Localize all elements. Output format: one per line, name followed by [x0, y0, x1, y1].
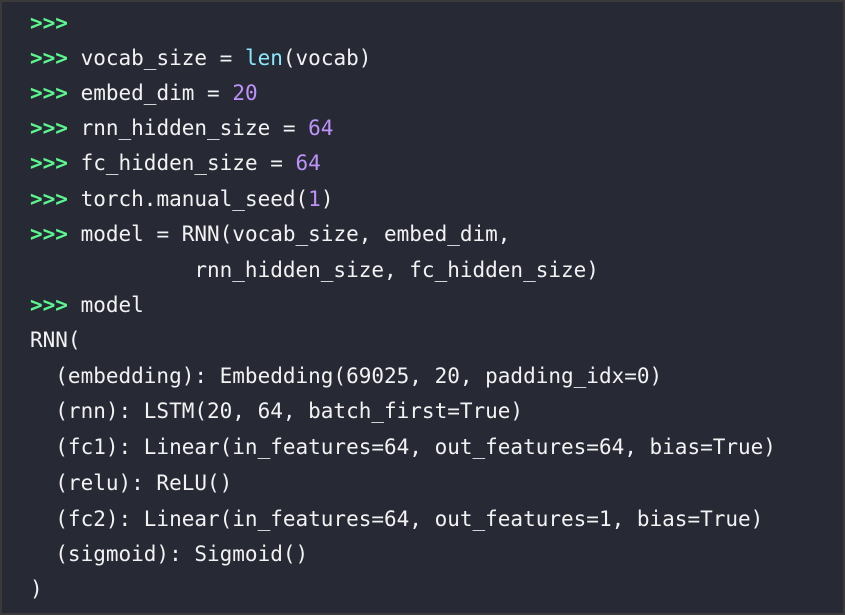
code-token: torch.manual_seed( — [67, 187, 309, 211]
console-line: >>> torch.manual_seed(1) — [30, 184, 333, 214]
code-token: (rnn): LSTM(20, 64, batch_first=True) — [30, 399, 524, 423]
prompt-marker: >>> — [30, 81, 68, 105]
console-line: RNN( — [30, 325, 81, 355]
code-token: rnn_hidden_size = — [67, 116, 309, 140]
console-line: >>> fc_hidden_size = 64 — [30, 148, 321, 178]
console-line: (relu): ReLU() — [30, 468, 232, 498]
console-line: (sigmoid): Sigmoid() — [30, 539, 308, 569]
console-line: ) — [30, 574, 43, 604]
prompt-marker: >>> — [30, 46, 68, 70]
console-line: (rnn): LSTM(20, 64, batch_first=True) — [30, 396, 523, 426]
console-line: rnn_hidden_size, fc_hidden_size) — [30, 255, 599, 285]
console-line: >>> model — [30, 290, 144, 320]
code-token: fc_hidden_size = — [67, 151, 296, 175]
console-line: >>> model = RNN(vocab_size, embed_dim, — [30, 219, 510, 249]
prompt-marker: >>> — [30, 151, 68, 175]
code-token: (vocab) — [282, 46, 372, 70]
code-token: (embedding): Embedding(69025, 20, paddin… — [30, 364, 663, 388]
console-line: >>> embed_dim = 20 — [30, 78, 258, 108]
code-token: RNN( — [30, 328, 81, 352]
code-token: vocab_size = — [67, 46, 245, 70]
prompt-marker: >>> — [30, 11, 68, 35]
console-line: >>> vocab_size = len(vocab) — [30, 43, 371, 73]
code-token: len — [244, 46, 283, 70]
console-line: >>> — [30, 8, 68, 38]
code-token: (fc2): Linear(in_features=64, out_featur… — [30, 507, 764, 531]
prompt-marker: >>> — [30, 187, 68, 211]
console-line: >>> rnn_hidden_size = 64 — [30, 113, 333, 143]
code-token: (relu): ReLU() — [30, 471, 233, 495]
code-token: ) — [320, 187, 334, 211]
code-token: embed_dim = — [67, 81, 233, 105]
code-token: 64 — [295, 151, 321, 175]
code-token: (fc1): Linear(in_features=64, out_featur… — [30, 435, 776, 459]
code-token: 20 — [232, 81, 258, 105]
console-line: (fc2): Linear(in_features=64, out_featur… — [30, 504, 763, 534]
python-console[interactable]: >>> >>> vocab_size = len(vocab) >>> embed_… — [0, 0, 845, 615]
console-line: (fc1): Linear(in_features=64, out_featur… — [30, 432, 776, 462]
code-token: model — [67, 293, 144, 317]
prompt-marker: >>> — [30, 116, 68, 140]
prompt-marker: >>> — [30, 222, 68, 246]
prompt-marker: >>> — [30, 293, 68, 317]
code-token: 64 — [308, 116, 334, 140]
code-token: model = RNN(vocab_size, embed_dim, — [67, 222, 511, 246]
code-token: (sigmoid): Sigmoid() — [30, 542, 309, 566]
code-token: rnn_hidden_size, fc_hidden_size) — [30, 258, 599, 282]
console-line: (embedding): Embedding(69025, 20, paddin… — [30, 361, 662, 391]
code-token: 1 — [308, 187, 321, 211]
code-token: ) — [30, 577, 43, 601]
